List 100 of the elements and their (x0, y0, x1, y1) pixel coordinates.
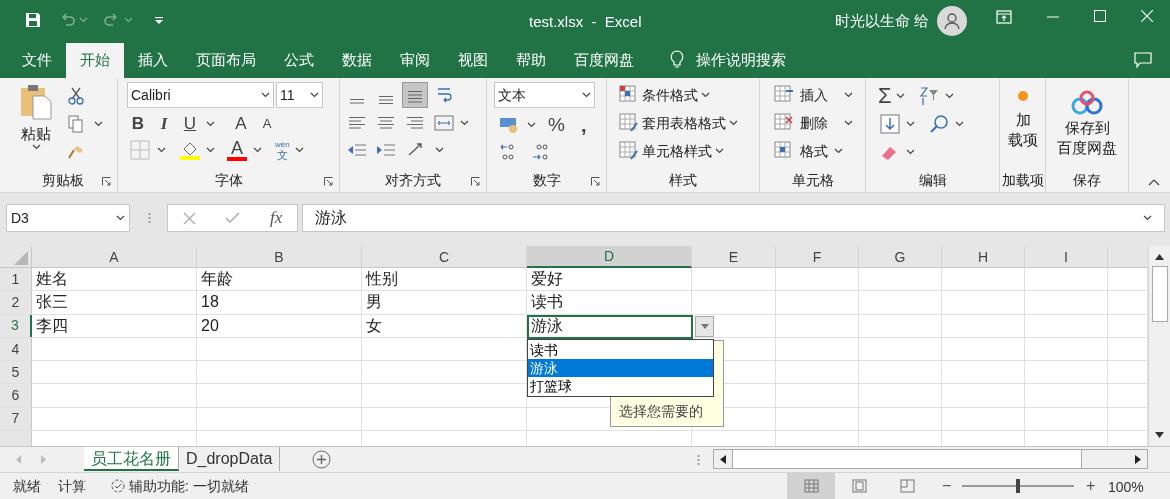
number-format-field[interactable]: 文本 (494, 82, 595, 108)
scroll-left-icon[interactable] (720, 454, 726, 464)
ribbon-tab[interactable]: 审阅 (386, 43, 444, 78)
row-header[interactable]: 2 (0, 291, 32, 314)
cells-menu-button[interactable]: 插入 (774, 84, 853, 106)
redo-icon[interactable] (104, 13, 120, 27)
column-header[interactable]: D (527, 246, 692, 268)
dropdown-arrow-button[interactable] (695, 316, 714, 337)
tell-me-search[interactable]: 操作说明搜索 (696, 43, 786, 78)
dialog-launcher-icon[interactable] (471, 177, 480, 186)
caret-icon (527, 122, 536, 129)
dialog-launcher-icon[interactable] (324, 177, 333, 186)
check-icon[interactable] (225, 212, 241, 224)
phonetic-button[interactable]: wén 文 (275, 140, 290, 160)
paste-button[interactable]: 粘贴 (14, 84, 58, 162)
row-header[interactable]: 1 (0, 268, 32, 291)
ribbon-tab[interactable]: 帮助 (502, 43, 560, 78)
cells-menu-button[interactable]: 删除 (774, 112, 853, 134)
comma-button[interactable]: , (580, 116, 587, 135)
row-header[interactable]: 3 (0, 314, 32, 337)
dropdown-option[interactable]: 游泳 (528, 359, 713, 377)
scroll-up-icon[interactable] (1155, 254, 1164, 260)
italic-button[interactable]: I (154, 111, 174, 137)
column-header[interactable]: H (942, 246, 1025, 268)
normal-view-icon[interactable] (787, 473, 835, 499)
fill-down-icon[interactable] (878, 112, 902, 136)
cloud-icon (1071, 90, 1103, 116)
zoom-out-button[interactable]: − (942, 476, 952, 496)
styles-menu-button[interactable]: 单元格样式 (619, 140, 738, 162)
formula-input[interactable]: 游泳 (302, 204, 1165, 232)
scroll-thumb[interactable] (1151, 266, 1168, 322)
styles-menu-button[interactable]: 条件格式 (619, 84, 738, 106)
percent-button[interactable]: % (548, 111, 565, 140)
column-header[interactable]: G (859, 246, 942, 268)
addins-button[interactable]: 加 载项 (1004, 90, 1042, 150)
ribbon-tab[interactable]: 页面布局 (182, 43, 270, 78)
save-icon[interactable] (25, 12, 41, 28)
row-header[interactable]: 4 (0, 337, 32, 361)
shrink-font-button[interactable]: A (257, 114, 277, 134)
save-to-baidu-button[interactable]: 保存到 百度网盘 (1052, 90, 1122, 158)
cells-menu-button[interactable]: 格式 (774, 140, 853, 162)
ribbon-tab[interactable]: 视图 (444, 43, 502, 78)
autosum-button[interactable]: Σ (878, 85, 892, 107)
font-color-button[interactable]: A (226, 139, 248, 161)
customize-caret-icon[interactable] (155, 16, 163, 24)
grow-font-button[interactable]: A (231, 111, 251, 137)
column-header[interactable]: B (197, 246, 362, 268)
cell-text: 张三 (36, 292, 68, 313)
zoom-in-button[interactable]: + (1086, 476, 1096, 496)
collapse-ribbon-icon[interactable] (1148, 179, 1160, 186)
font-size-field[interactable]: 11 (276, 82, 323, 108)
row-header[interactable]: 5 (0, 361, 32, 384)
avatar-icon[interactable] (937, 6, 967, 36)
ribbon-tab[interactable]: 插入 (124, 43, 182, 78)
ribbon-tab[interactable]: 文件 (8, 43, 66, 78)
fill-color-button[interactable] (179, 140, 201, 160)
caret-icon (157, 147, 166, 153)
maximize-icon[interactable] (1094, 10, 1106, 22)
insert-function-button[interactable]: fx (269, 205, 283, 231)
sheet-tab[interactable]: D_dropData (179, 447, 281, 471)
close-icon[interactable] (1141, 10, 1153, 22)
column-header[interactable]: I (1025, 246, 1108, 268)
ribbon-tab[interactable]: 百度网盘 (560, 43, 648, 78)
add-sheet-icon[interactable] (312, 450, 332, 469)
column-header[interactable]: A (32, 246, 197, 268)
scroll-down-icon[interactable] (1155, 432, 1164, 438)
scroll-right-icon[interactable] (1135, 454, 1141, 464)
cell-text: 李四 (36, 315, 68, 336)
ribbon-tab[interactable]: 数据 (328, 43, 386, 78)
bold-button[interactable]: B (128, 111, 148, 137)
zoom-slider[interactable] (960, 479, 1076, 493)
column-header[interactable]: F (776, 246, 859, 268)
column-header[interactable]: E (692, 246, 776, 268)
ribbon-display-icon[interactable] (996, 10, 1012, 24)
dialog-launcher-icon[interactable] (591, 177, 600, 186)
font-name-field[interactable]: Calibri (127, 82, 274, 108)
dialog-launcher-icon[interactable] (102, 177, 111, 186)
user-name[interactable]: 时光以生命 给 (835, 10, 930, 33)
vertical-align-button[interactable] (402, 82, 428, 108)
undo-icon[interactable] (59, 13, 75, 27)
row-header[interactable]: 6 (0, 384, 32, 407)
cancel-icon[interactable] (182, 211, 196, 225)
cell-text: 女 (366, 315, 382, 336)
styles-menu-button[interactable]: 套用表格格式 (619, 112, 738, 134)
sheet-tab[interactable]: 员工花名册 (84, 447, 179, 471)
ribbon-tab[interactable]: 公式 (270, 43, 328, 78)
ribbon-tab[interactable]: 开始 (66, 43, 124, 78)
cell-text: 18 (201, 292, 219, 313)
caret-icon (1143, 215, 1152, 221)
accessibility-status[interactable]: 辅助功能: 一切就绪 (129, 475, 249, 497)
comment-icon[interactable] (1134, 52, 1152, 68)
align-lines-icon (348, 98, 366, 105)
caret-icon (701, 92, 710, 98)
underline-button[interactable]: U (180, 111, 200, 137)
vertical-scrollbar[interactable] (1148, 246, 1170, 446)
align-lines-icon (406, 90, 424, 104)
horizontal-scrollbar[interactable] (713, 449, 1148, 469)
name-box[interactable]: D3 (6, 204, 130, 232)
group-label: 单元格 (790, 171, 835, 189)
row-header[interactable]: 7 (0, 407, 32, 431)
